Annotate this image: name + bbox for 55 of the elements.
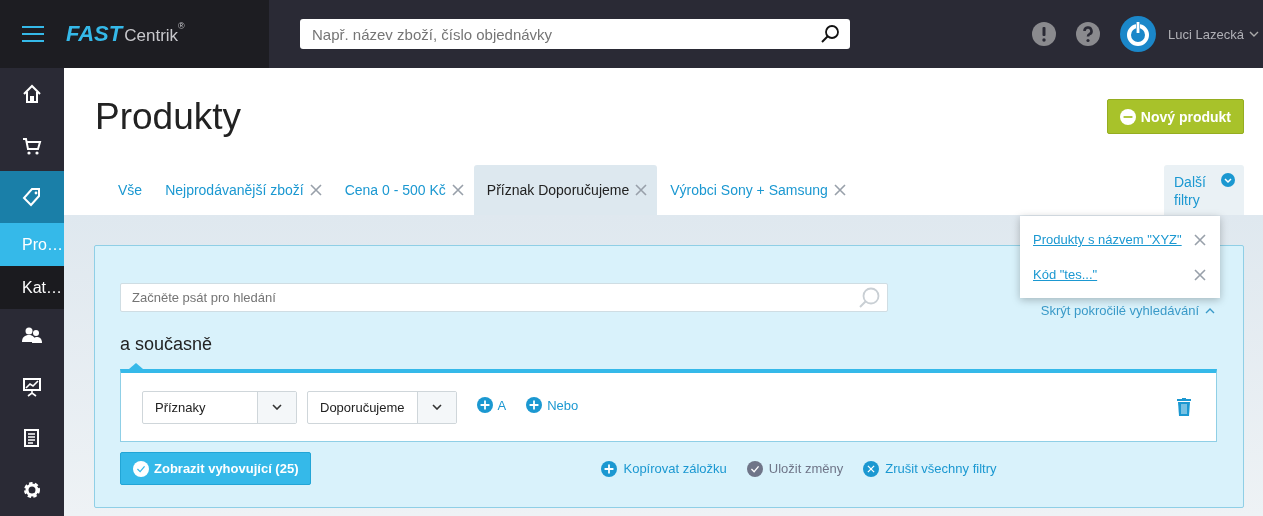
filter-tab[interactable]: Příznak Doporučujeme [473,165,658,215]
settings-icon [22,480,42,501]
new-product-button[interactable]: Nový produkt [1106,99,1244,134]
trash-icon[interactable] [1177,398,1191,416]
add-condition-button[interactable]: Nebo [526,397,579,417]
close-icon [863,460,880,477]
menu-icon[interactable] [22,26,44,42]
cart-icon [22,135,42,156]
sidebar-item[interactable]: Pro… [0,223,64,267]
document-icon [22,428,42,449]
filter-action-button[interactable]: Kopírovat záložku [601,460,727,477]
chevron-up-icon[interactable] [1205,307,1215,314]
check-icon [746,460,763,477]
filter-tab[interactable]: Cena 0 - 500 Kč [331,165,474,215]
user-menu[interactable]: Luci Lazecká [1168,26,1244,42]
plus-icon [526,397,543,413]
chart-board-icon [22,376,42,397]
alert-icon[interactable] [1032,22,1057,46]
close-icon[interactable] [451,184,464,196]
logo[interactable]: FASTCentrik$^{®}$ [66,21,185,47]
hide-advanced-link[interactable]: Skrýt pokročilé vyhledávání [1040,303,1199,318]
show-results-button[interactable]: Zobrazit vyhovující (25) [120,452,312,485]
search-field[interactable]: Např. název zboží, číslo objednávky [300,19,850,49]
sidebar-item[interactable]: Kat… [0,266,64,310]
chevron-down-icon [1221,173,1235,187]
filter-tab[interactable]: Výrobci Sony + Samsung [657,165,856,215]
close-icon[interactable] [1194,233,1206,246]
page-title: Produkty [95,95,242,138]
close-icon[interactable] [833,184,846,196]
filter-tab[interactable]: Nejprodávanější zboží [152,165,332,215]
add-condition-button[interactable]: A [476,397,507,417]
plus-icon [601,460,618,477]
help-icon[interactable] [1076,22,1101,46]
chevron-down-icon [431,404,442,410]
saved-filter-link[interactable]: Kód "tes..." [1033,267,1098,282]
minus-icon [1119,108,1136,125]
filter-tab[interactable]: Vše [105,165,153,215]
search-field[interactable]: Začněte psát pro hledání [120,283,888,312]
close-icon[interactable] [309,184,322,196]
search-icon[interactable] [820,24,840,44]
plus-icon [476,397,493,413]
saved-filter-link[interactable]: Produkty s názvem "XYZ" [1033,232,1182,247]
close-icon[interactable] [1194,268,1206,281]
filter-action-button[interactable]: Zrušit všechny filtry [863,460,997,477]
more-filters-tab[interactable]: Další filtry [1164,165,1244,215]
filter-action-button[interactable]: Uložit změny [746,460,844,477]
dropdown[interactable]: Příznaky [142,390,297,424]
home-icon [22,83,42,104]
chevron-down-icon[interactable] [1249,31,1259,37]
dropdown[interactable]: Doporučujeme [307,390,457,424]
chevron-down-icon [272,404,282,410]
check-icon [133,460,149,477]
tag-icon [22,187,42,208]
avatar-icon[interactable] [1120,16,1157,52]
section-title: a současně [120,334,214,355]
